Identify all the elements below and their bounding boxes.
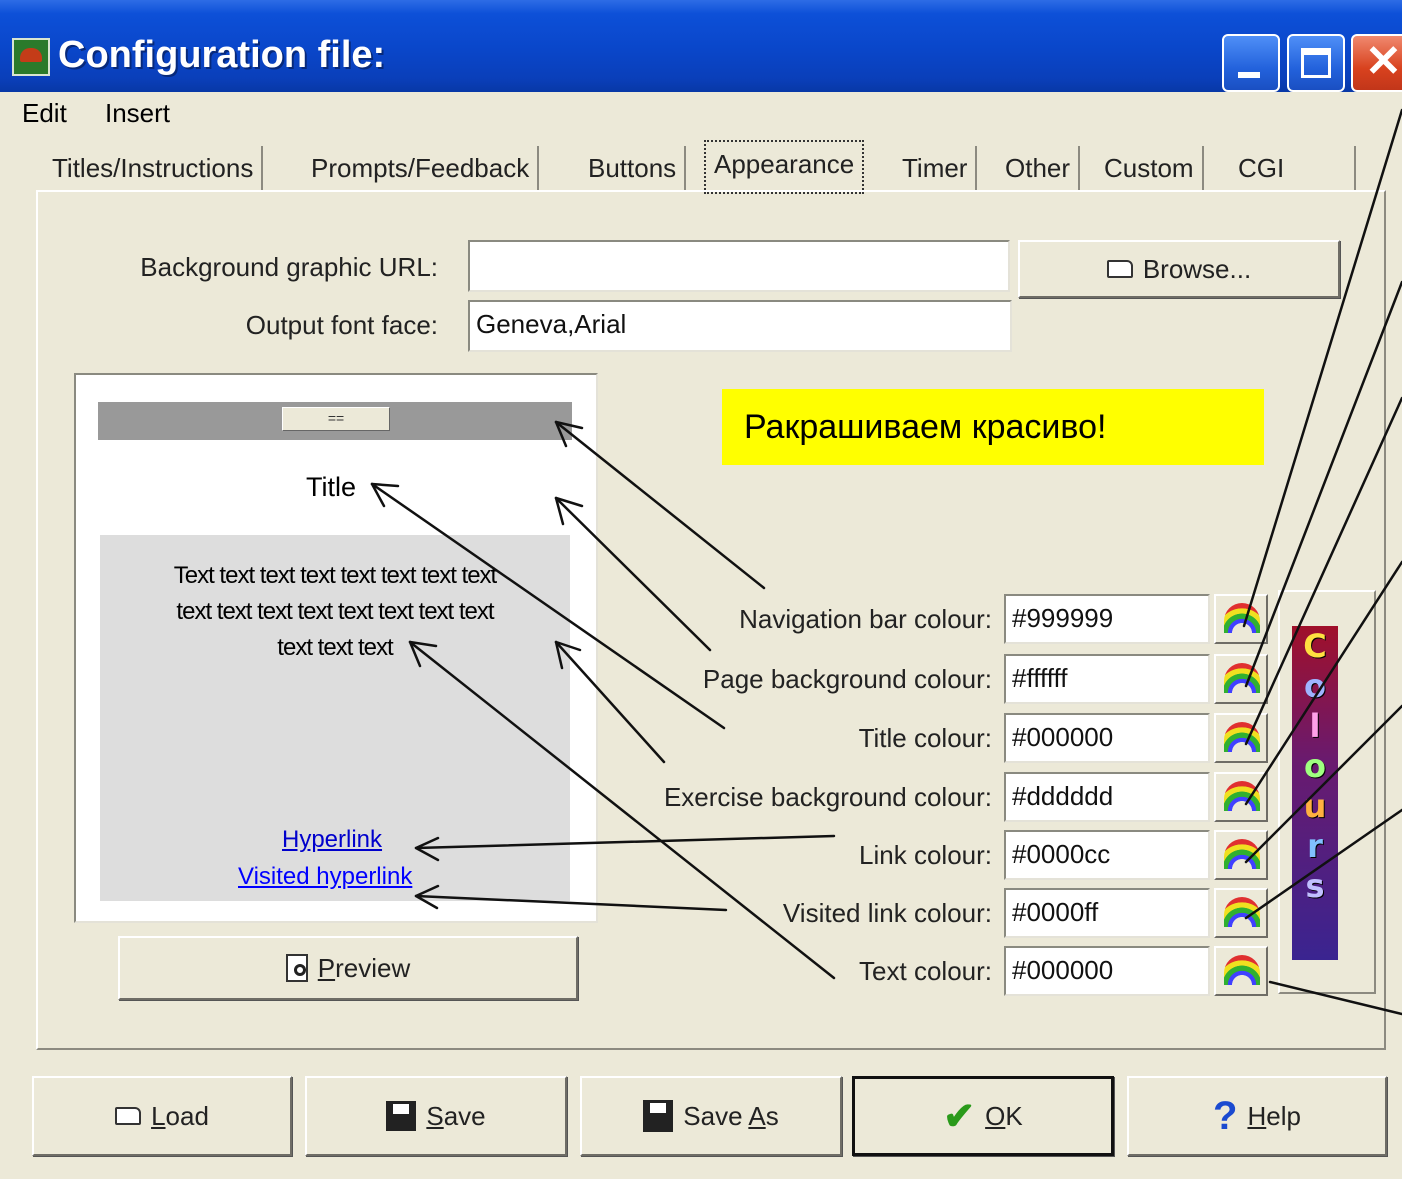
pointer-line [1244,280,1402,688]
pointer-line [1244,704,1402,864]
annotation-arrows [370,108,1402,1016]
arrow-exercise-background [554,640,666,764]
config-window: Configuration file: ✕ Edit Insert Titles… [0,0,1402,1179]
pointer-line [1244,808,1402,920]
pointer-line [1244,560,1402,806]
arrow-link [414,834,836,850]
arrow-visited-link [414,894,728,912]
pointer-line [1244,396,1402,746]
pointer-line [1268,980,1402,1016]
arrow-text [408,640,836,980]
arrow-navigation-bar [554,420,766,590]
pointer-line [1242,108,1402,628]
arrow-title [370,482,726,730]
arrow-link-head [414,836,440,862]
